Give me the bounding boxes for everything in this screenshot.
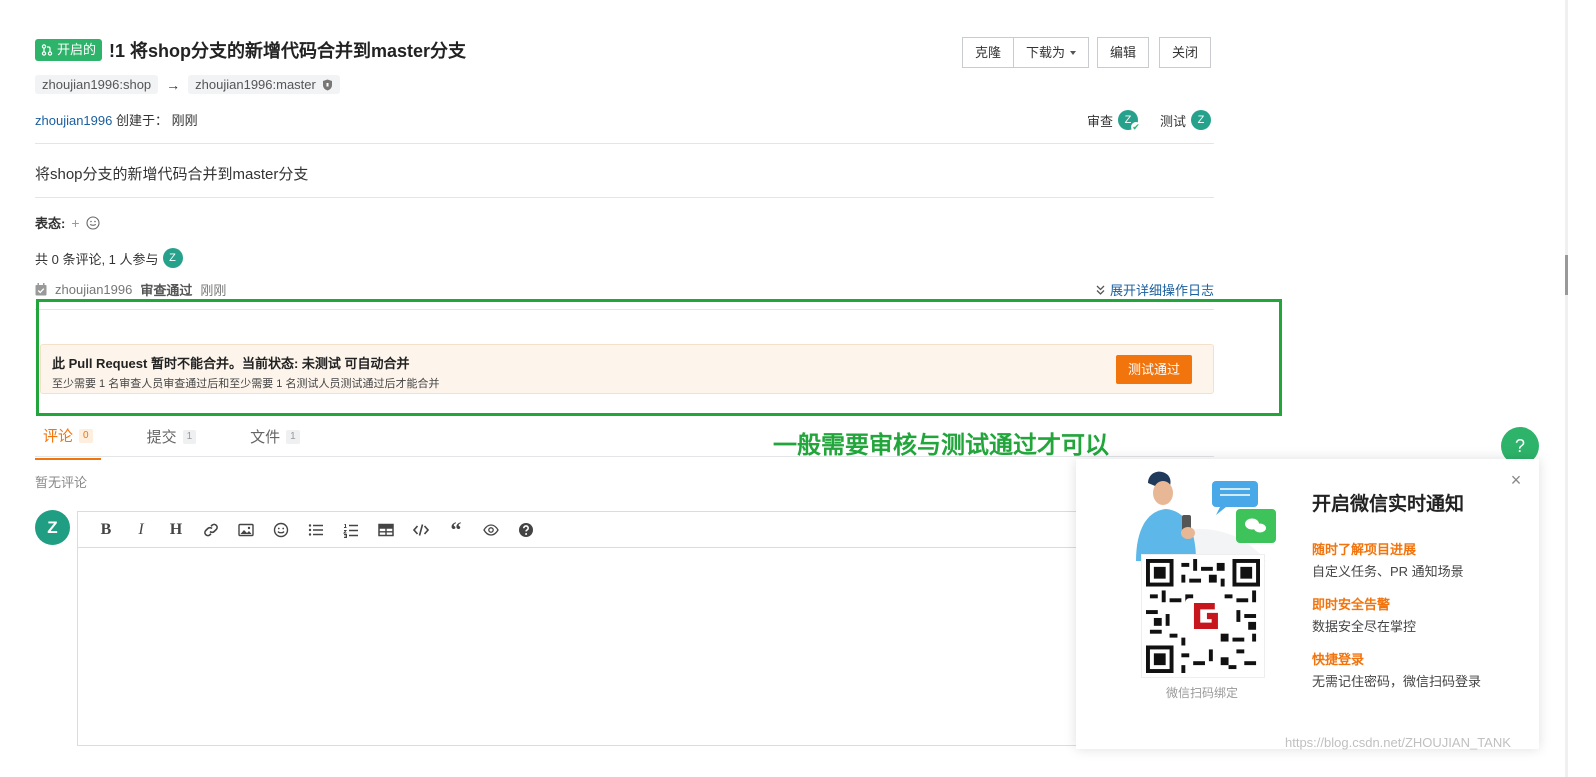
chevron-down-icon (1070, 50, 1077, 55)
pr-status-badge: 开启的 (35, 39, 103, 61)
created-time: 刚刚 (171, 113, 198, 128)
shield-icon (322, 79, 332, 90)
feature-title: 快捷登录 (1312, 652, 1365, 667)
tester-label: 测试 (1160, 113, 1187, 129)
feature-item: 随时了解项目进展 自定义任务、PR 通知场景 (1312, 539, 1464, 580)
divider (35, 197, 1214, 198)
close-icon[interactable]: × (1507, 471, 1525, 489)
numbered-list-icon[interactable] (341, 520, 361, 540)
heading-icon[interactable]: H (166, 520, 186, 540)
branch-arrow: → (166, 76, 181, 93)
reaction-row: 表态: + (35, 213, 100, 232)
tab-count: 1 (182, 429, 197, 444)
tab-label: 评论 (43, 428, 74, 445)
pull-request-icon (41, 44, 53, 56)
tab-bar: 评论 0 提交 1 文件 1 (35, 415, 346, 460)
calendar-icon (35, 283, 47, 296)
expand-log-label: 展开详细操作日志 (1109, 283, 1214, 298)
qr-code (1141, 554, 1265, 678)
tab-count: 0 (79, 428, 93, 443)
link-icon[interactable] (201, 520, 221, 540)
italic-icon[interactable]: I (131, 520, 151, 540)
feature-desc: 无需记住密码，微信扫码登录 (1312, 674, 1482, 689)
wechat-illustration (1136, 471, 1276, 561)
popup-title: 开启微信实时通知 (1312, 494, 1465, 515)
clone-download-group: 克隆 下载为 (962, 37, 1090, 68)
created-label: 创建于： (112, 113, 168, 128)
plus-icon[interactable]: + (71, 215, 79, 231)
scrollbar[interactable] (1565, 0, 1568, 777)
branch-info: zhoujian1996:shop → zhoujian1996:master (35, 75, 340, 94)
editor-toolbar: B I H “ (78, 512, 1086, 548)
feature-item: 即时安全告警 数据安全尽在掌控 (1312, 594, 1416, 635)
bold-icon[interactable]: B (96, 520, 116, 540)
tester[interactable]: 测试 Z (1160, 110, 1212, 130)
current-user-avatar: Z (35, 510, 70, 545)
pr-description: 将shop分支的新增代码合并到master分支 (35, 166, 309, 183)
scrollbar-thumb[interactable] (1565, 255, 1568, 295)
edit-button[interactable]: 编辑 (1097, 37, 1150, 68)
log-action: 审查通过 (140, 283, 193, 298)
feature-desc: 自定义任务、PR 通知场景 (1312, 564, 1464, 579)
avatar[interactable]: Z ✔ (1118, 110, 1142, 132)
tab-label: 提交 (146, 429, 177, 446)
author-link[interactable]: zhoujian1996 (35, 113, 112, 128)
check-icon: ✔ (1131, 122, 1142, 132)
tab-comments[interactable]: 评论 0 (35, 415, 101, 460)
activity-log: zhoujian1996 审查通过 刚刚 (35, 280, 226, 299)
target-branch[interactable]: zhoujian1996:master (188, 75, 340, 94)
page-title: !1 将shop分支的新增代码合并到master分支 (109, 41, 467, 61)
qr-code-image (1146, 559, 1260, 673)
annotation-text: 一般需要审核与测试通过才可以 (773, 432, 1109, 459)
feature-title: 即时安全告警 (1312, 597, 1391, 612)
log-user[interactable]: zhoujian1996 (55, 282, 132, 297)
wechat-notify-popup: × 微信扫码绑定 开启微信实时通知 随时了解项目进展 自定义任务、PR 通知场景… (1076, 459, 1539, 749)
annotation-frame (36, 299, 1282, 416)
comments-summary: 共 0 条评论, 1 人参与 Z (35, 248, 183, 268)
tab-label: 文件 (250, 429, 281, 446)
comments-summary-text: 共 0 条评论, 1 人参与 (35, 251, 159, 267)
preview-eye-icon[interactable] (481, 520, 501, 540)
reviewer[interactable]: 审查 Z ✔ (1087, 110, 1142, 132)
qr-caption: 微信扫码绑定 (1166, 686, 1239, 700)
table-icon[interactable] (376, 520, 396, 540)
target-branch-label: zhoujian1996:master (195, 77, 316, 92)
source-branch[interactable]: zhoujian1996:shop (35, 75, 159, 94)
feature-desc: 数据安全尽在掌控 (1312, 619, 1417, 634)
status-label: 开启的 (57, 42, 97, 57)
divider (35, 143, 1214, 144)
tab-files[interactable]: 文件 1 (242, 415, 308, 460)
clone-button[interactable]: 克隆 (962, 37, 1015, 68)
emoji-icon[interactable] (271, 520, 291, 540)
code-icon[interactable] (411, 520, 431, 540)
avatar[interactable]: Z (1191, 110, 1212, 130)
reaction-label: 表态: (35, 216, 66, 231)
download-button[interactable]: 下载为 (1014, 37, 1090, 68)
download-label: 下载为 (1026, 45, 1066, 60)
author-info: zhoujian1996 创建于： 刚刚 (35, 110, 198, 129)
help-circle-icon[interactable] (516, 520, 536, 540)
close-group: 关闭 (1159, 37, 1212, 68)
avatar[interactable]: Z (162, 248, 183, 268)
source-branch-label: zhoujian1996:shop (42, 77, 152, 92)
expand-log-link[interactable]: 展开详细操作日志 (1096, 280, 1214, 299)
watermark: https://blog.csdn.net/ZHOUJIAN_TANK (1285, 735, 1511, 750)
smile-icon[interactable] (85, 215, 100, 230)
bullet-list-icon[interactable] (306, 520, 326, 540)
double-chevron-down-icon (1096, 285, 1105, 295)
feature-title: 随时了解项目进展 (1312, 542, 1417, 557)
reviewer-label: 审查 (1087, 113, 1114, 129)
tab-count: 1 (286, 429, 300, 444)
close-pr-button[interactable]: 关闭 (1159, 37, 1212, 68)
empty-comments: 暂无评论 (35, 475, 88, 490)
image-icon[interactable] (236, 520, 256, 540)
comment-editor[interactable]: B I H “ (77, 511, 1087, 746)
tab-commits[interactable]: 提交 1 (139, 415, 205, 460)
quote-icon[interactable]: “ (446, 517, 466, 542)
feature-item: 快捷登录 无需记住密码，微信扫码登录 (1312, 649, 1481, 690)
tabs-divider (35, 456, 1214, 457)
edit-group: 编辑 (1097, 37, 1150, 68)
log-time: 刚刚 (200, 283, 227, 298)
